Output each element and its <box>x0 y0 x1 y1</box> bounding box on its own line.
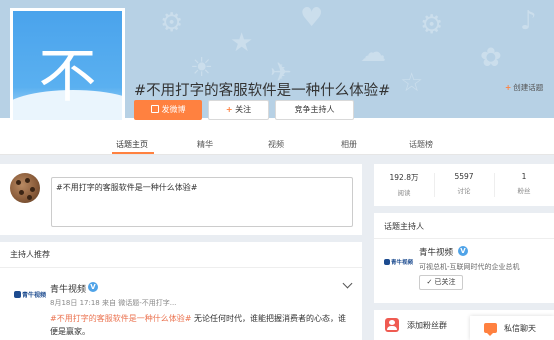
stat-label: 讨论 <box>457 187 471 195</box>
star-icon: ☆ <box>400 68 424 98</box>
plus-icon: + <box>505 83 512 92</box>
post-content: #不用打字的客服软件是一种什么体验# 无论任何时代，谁能把握消费者的心态，谁便是… <box>50 312 350 338</box>
tab-topic-home[interactable]: 话题主页 <box>116 139 148 150</box>
stat-label: 阅读 <box>397 189 411 197</box>
flower-icon: ✿ <box>480 43 502 73</box>
topic-avatar: 不 <box>10 8 125 123</box>
sun-icon: ☀ <box>190 53 214 83</box>
edit-icon <box>150 105 159 113</box>
author-logo[interactable]: 青牛视频 <box>14 290 46 302</box>
logo-mark-icon <box>14 291 21 298</box>
stat-value: 5597 <box>454 172 474 181</box>
followed-button[interactable]: ✓ 已关注 <box>419 275 463 290</box>
user-avatar[interactable] <box>10 173 40 203</box>
post-author-name[interactable]: 青牛视频 <box>50 282 86 295</box>
post-weibo-label: 发微博 <box>161 105 186 114</box>
fan-group-icon <box>385 318 399 332</box>
logo-mark-icon <box>384 259 390 265</box>
stat-label: 粉丝 <box>517 187 531 195</box>
heart-icon: ♥ <box>300 3 324 33</box>
post-author-label: 青牛视频 <box>50 285 87 295</box>
gear-icon: ⚙ <box>160 8 184 38</box>
topic-title: #不用打字的客服软件是一种什么体验# <box>134 83 391 99</box>
host-description: 可视总机-互联网时代的企业总机 <box>419 263 520 271</box>
private-chat-button[interactable]: 私信聊天 <box>470 316 554 340</box>
topic-stats: 192.8万 阅读 5597 讨论 1 粉丝 <box>374 164 554 206</box>
tab-highlights[interactable]: 精华 <box>197 139 213 150</box>
host-name[interactable]: 青牛视频 <box>419 246 453 258</box>
host-logo-text: 青牛视频 <box>391 260 414 266</box>
add-fan-group-label: 添加粉丝群 <box>407 321 447 330</box>
verified-icon: V <box>88 282 98 292</box>
create-topic-label: 创建话题 <box>513 83 544 92</box>
tab-topic-ranking[interactable]: 话题榜 <box>409 139 433 150</box>
stat-value: 192.8万 <box>389 173 419 182</box>
followed-label: 已关注 <box>434 278 456 286</box>
stat-fans: 1 粉丝 <box>494 172 554 195</box>
chat-icon <box>484 323 497 336</box>
author-logo-text: 青牛视频 <box>22 292 47 299</box>
topic-tag-link[interactable]: #不用打字的客服软件是一种什么体验# <box>50 314 191 323</box>
divider <box>0 267 362 268</box>
follow-button[interactable]: + 关注 <box>208 100 269 120</box>
host-logo[interactable]: 青牛视频 <box>384 258 413 266</box>
star-icon: ★ <box>230 28 254 58</box>
plus-icon: + <box>225 105 233 114</box>
gear-icon: ⚙ <box>420 10 444 40</box>
create-topic-button[interactable]: + 创建话题 <box>505 82 543 93</box>
music-icon: ♪ <box>520 6 537 36</box>
stat-discussions: 5597 讨论 <box>434 172 494 195</box>
tab-videos[interactable]: 视频 <box>268 139 284 150</box>
active-tab-indicator <box>112 152 154 154</box>
verified-icon: V <box>458 246 468 256</box>
avatar-character: 不 <box>38 42 97 110</box>
stat-reads: 192.8万 阅读 <box>374 172 434 197</box>
section-title: 主持人推荐 <box>10 250 50 259</box>
composer-input[interactable]: #不用打字的客服软件是一种什么体验# <box>51 177 353 227</box>
host-section-title: 话题主持人 <box>384 222 424 231</box>
post-meta: 8月18日 17:18 来自 微话题-不用打字... <box>50 299 177 307</box>
divider <box>374 238 554 239</box>
follow-label: 关注 <box>235 105 252 114</box>
cloud-icon: ☁ <box>360 38 386 68</box>
private-chat-label: 私信聊天 <box>504 324 536 333</box>
check-icon: ✓ <box>426 278 433 286</box>
tab-album[interactable]: 相册 <box>341 139 357 150</box>
composer-card: #不用打字的客服软件是一种什么体验# <box>0 164 362 235</box>
topic-host-card: 话题主持人 青牛视频 青牛视频 V 可视总机-互联网时代的企业总机 ✓ 已关注 <box>374 213 554 303</box>
post-weibo-button[interactable]: 发微博 <box>134 100 202 120</box>
compete-host-button[interactable]: 竞争主持人 <box>275 100 354 120</box>
stat-value: 1 <box>521 172 527 181</box>
compete-host-label: 竞争主持人 <box>294 105 335 114</box>
